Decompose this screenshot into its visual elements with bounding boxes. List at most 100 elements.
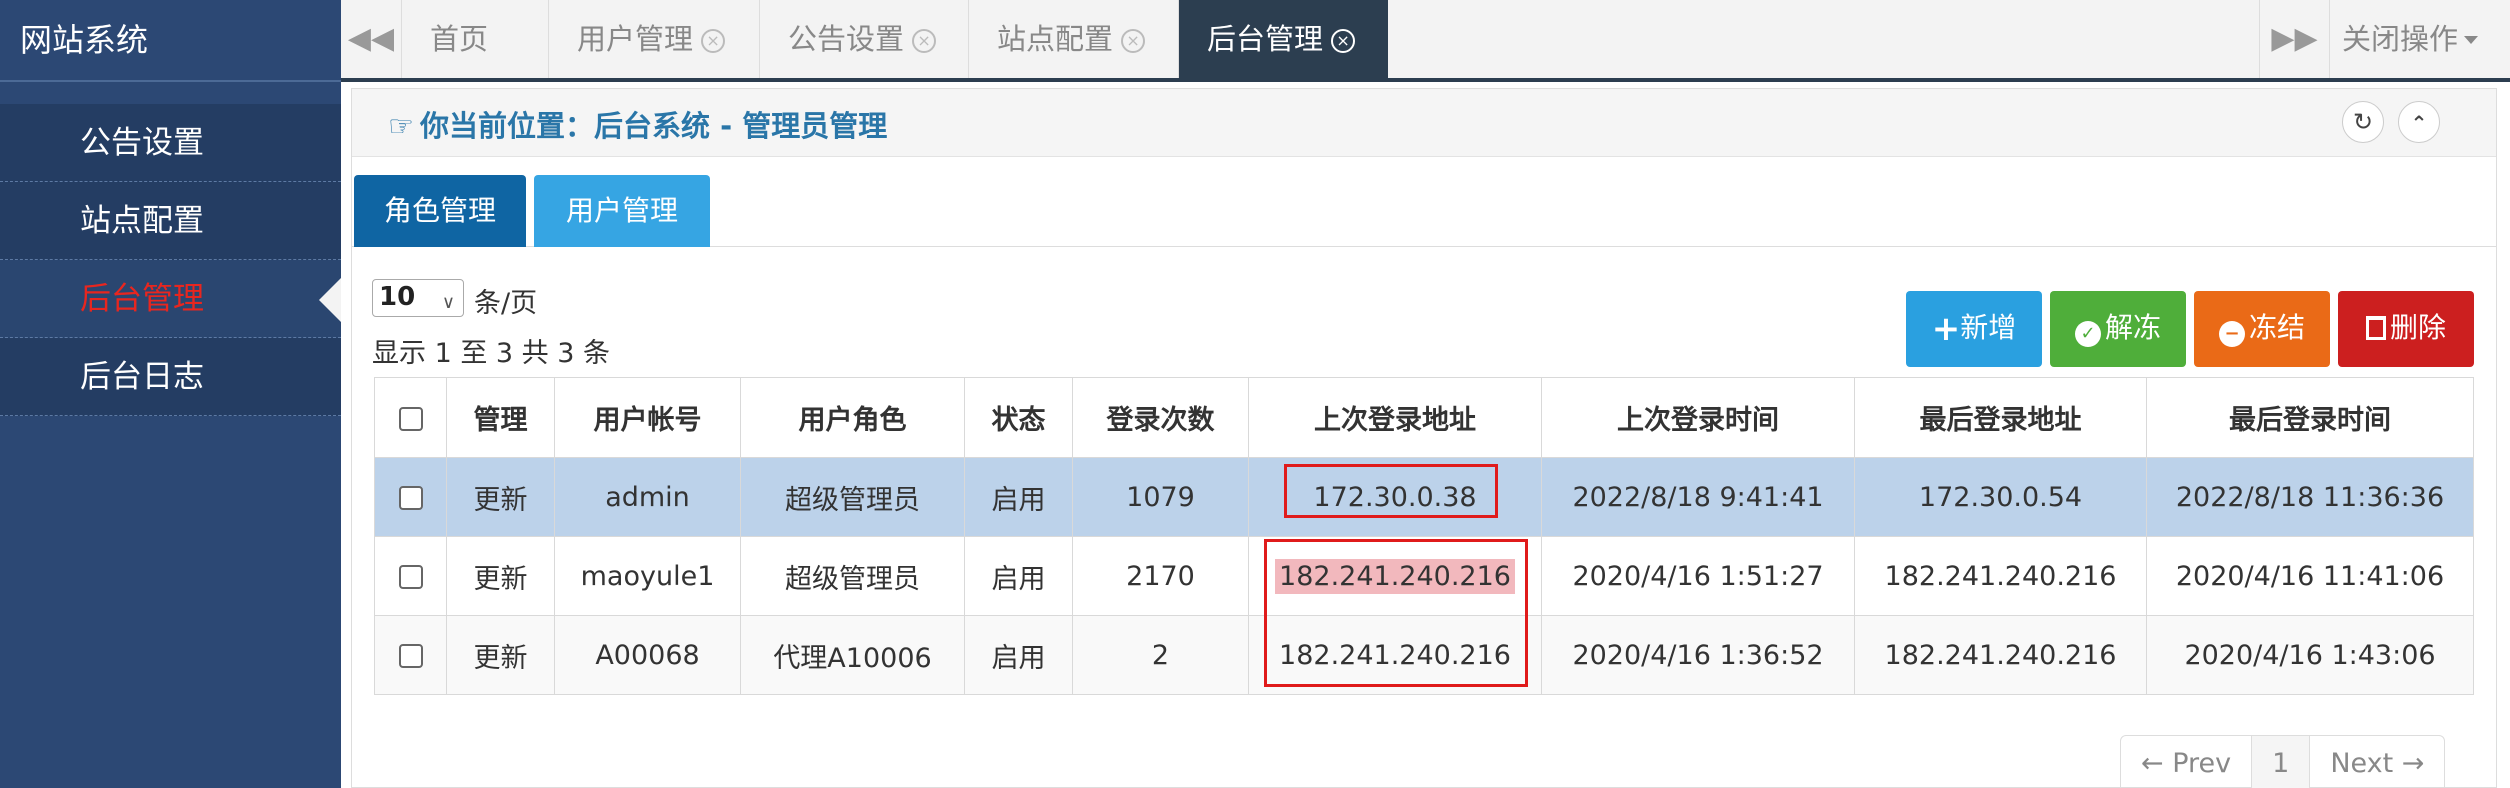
close-operations-menu[interactable]: 关闭操作	[2329, 0, 2510, 78]
refresh-button[interactable]: ↻	[2342, 101, 2384, 143]
highlighted-ip: 182.241.240.216	[1275, 558, 1515, 594]
select-all-checkbox[interactable]	[398, 406, 423, 431]
scroll-right-button[interactable]: ▶▶	[2259, 0, 2329, 78]
add-label: 新增	[1960, 311, 2017, 344]
column-header[interactable]: 上次登录地址	[1248, 377, 1542, 458]
column-header[interactable]: 用户帐号	[554, 377, 741, 458]
close-tab-icon[interactable]: ×	[1121, 29, 1146, 53]
column-header[interactable]: 最后登录地址	[1854, 377, 2147, 458]
column-header[interactable]: 用户角色	[740, 377, 965, 458]
page-size-select[interactable]: 10 ∨	[372, 279, 464, 317]
last-time-cell: 2020/4/16 1:51:27	[1541, 536, 1855, 616]
tab-bar: ◀◀ 首页 用户管理 × 公告设置 × 站点配置 × 后台管理 × ▶▶ 关闭操作	[341, 0, 2510, 82]
sidebar-item-backend-log[interactable]: 后台日志	[0, 338, 341, 416]
tab-site-config[interactable]: 站点配置 ×	[968, 0, 1173, 78]
tab-user-management[interactable]: 用户管理 ×	[548, 0, 753, 78]
row-checkbox[interactable]	[398, 644, 423, 668]
freeze-label: 冻结	[2248, 311, 2305, 344]
sidebar-item-site-config[interactable]: 站点配置	[0, 182, 341, 260]
status-cell: 启用	[964, 536, 1073, 616]
final-time-cell: 2022/8/18 11:36:36	[2146, 457, 2474, 537]
tab-label: 站点配置	[997, 22, 1114, 56]
row-select-cell	[374, 536, 447, 616]
column-header[interactable]: 状态	[964, 377, 1073, 458]
close-operations-label: 关闭操作	[2342, 22, 2459, 56]
last-ip-cell: 182.241.240.216	[1248, 536, 1542, 616]
double-left-arrow-icon: ◀◀	[347, 21, 395, 56]
table-header-row: 管理 用户帐号 用户角色 状态 登录次数 上次登录地址 上次登录时间 最后登录地…	[374, 377, 2474, 458]
tab-announcement[interactable]: 公告设置 ×	[759, 0, 964, 78]
minus-circle-icon: −	[2218, 321, 2245, 347]
record-summary: 显示 1 至 3 共 3 条	[372, 338, 611, 369]
table-row[interactable]: 更新 maoyule1 超级管理员 启用 2170 182.241.240.21…	[374, 536, 2474, 616]
row-select-cell	[374, 457, 447, 537]
account-cell: maoyule1	[554, 536, 741, 616]
row-select-cell	[374, 615, 447, 695]
column-header[interactable]: 管理	[446, 377, 555, 458]
last-time-cell: 2020/4/16 1:36:52	[1541, 615, 1855, 695]
prev-page-button[interactable]: ← Prev	[2121, 736, 2253, 788]
caret-down-icon	[2464, 36, 2479, 44]
tab-backend-admin[interactable]: 后台管理 ×	[1178, 0, 1388, 78]
tab-home[interactable]: 首页	[401, 0, 516, 78]
close-tab-icon[interactable]: ×	[701, 29, 726, 53]
final-ip-cell: 172.30.0.54	[1854, 457, 2147, 537]
table-row[interactable]: 更新 admin 超级管理员 启用 1079 172.30.0.38 2022/…	[374, 457, 2474, 537]
final-ip-cell: 182.241.240.216	[1854, 536, 2147, 616]
collapse-button[interactable]: ⌃	[2398, 101, 2440, 143]
column-header[interactable]: 上次登录时间	[1541, 377, 1855, 458]
next-page-button[interactable]: Next →	[2310, 736, 2444, 788]
add-button[interactable]: +新增	[1906, 291, 2042, 367]
page-size-value: 10	[379, 282, 416, 312]
role-cell: 代理A10006	[740, 615, 965, 695]
final-time-cell: 2020/4/16 11:41:06	[2146, 536, 2474, 616]
row-checkbox[interactable]	[398, 486, 423, 510]
login-count-cell: 2170	[1072, 536, 1249, 616]
page-size-suffix: 条/页	[474, 288, 538, 319]
sidebar-item-announcement[interactable]: 公告设置	[0, 104, 341, 182]
role-cell: 超级管理员	[740, 457, 965, 537]
column-header[interactable]: 最后登录时间	[2146, 377, 2474, 458]
sidebar-item-backend-admin[interactable]: 后台管理	[0, 260, 341, 338]
breadcrumb-text: 你当前位置：后台系统 - 管理员管理	[420, 109, 888, 143]
tab-role-management[interactable]: 角色管理	[354, 175, 526, 247]
update-link[interactable]: 更新	[446, 457, 555, 537]
sidebar: 网站系统 公告设置 站点配置 后台管理 后台日志	[0, 0, 341, 788]
pagination: ← Prev 1 Next →	[2120, 735, 2446, 788]
update-link[interactable]: 更新	[446, 615, 555, 695]
role-cell: 超级管理员	[740, 536, 965, 616]
login-count-cell: 2	[1072, 615, 1249, 695]
refresh-icon: ↻	[2352, 108, 2374, 136]
final-time-cell: 2020/4/16 1:43:06	[2146, 615, 2474, 695]
check-circle-icon: ✓	[2074, 321, 2101, 347]
breadcrumb: ☞ 你当前位置：后台系统 - 管理员管理	[388, 103, 887, 145]
last-ip-cell: 182.241.240.216	[1248, 615, 1542, 695]
chevron-up-icon: ⌃	[2410, 111, 2428, 135]
freeze-button[interactable]: − 冻结	[2194, 291, 2330, 367]
double-right-arrow-icon: ▶▶	[2271, 21, 2318, 56]
login-count-cell: 1079	[1072, 457, 1249, 537]
row-checkbox[interactable]	[398, 565, 423, 589]
account-cell: admin	[554, 457, 741, 537]
tab-user-management-inner[interactable]: 用户管理	[534, 175, 710, 247]
plus-icon: +	[1931, 309, 1961, 349]
chevron-down-icon: ∨	[441, 292, 455, 313]
page-number-button[interactable]: 1	[2252, 736, 2311, 788]
sidebar-menu: 公告设置 站点配置 后台管理 后台日志	[0, 104, 341, 416]
scroll-left-button[interactable]: ◀◀	[341, 0, 401, 78]
table-row[interactable]: 更新 A00068 代理A10006 启用 2 182.241.240.216 …	[374, 615, 2474, 695]
unfreeze-button[interactable]: ✓ 解冻	[2050, 291, 2186, 367]
unfreeze-label: 解冻	[2104, 311, 2161, 344]
close-tab-icon[interactable]: ×	[1331, 29, 1356, 53]
main-panel: ☞ 你当前位置：后台系统 - 管理员管理 ↻ ⌃ 角色管理 用户管理 10 ∨ 条…	[351, 88, 2497, 788]
delete-button[interactable]: 删除	[2338, 291, 2474, 367]
last-ip-cell: 172.30.0.38	[1248, 457, 1542, 537]
close-tab-icon[interactable]: ×	[912, 29, 937, 53]
select-all-cell	[374, 377, 447, 458]
breadcrumb-bar: ☞ 你当前位置：后台系统 - 管理员管理 ↻ ⌃	[352, 89, 2496, 157]
final-ip-cell: 182.241.240.216	[1854, 615, 2147, 695]
update-link[interactable]: 更新	[446, 536, 555, 616]
status-cell: 启用	[964, 615, 1073, 695]
tab-label: 首页	[430, 22, 489, 56]
column-header[interactable]: 登录次数	[1072, 377, 1249, 458]
